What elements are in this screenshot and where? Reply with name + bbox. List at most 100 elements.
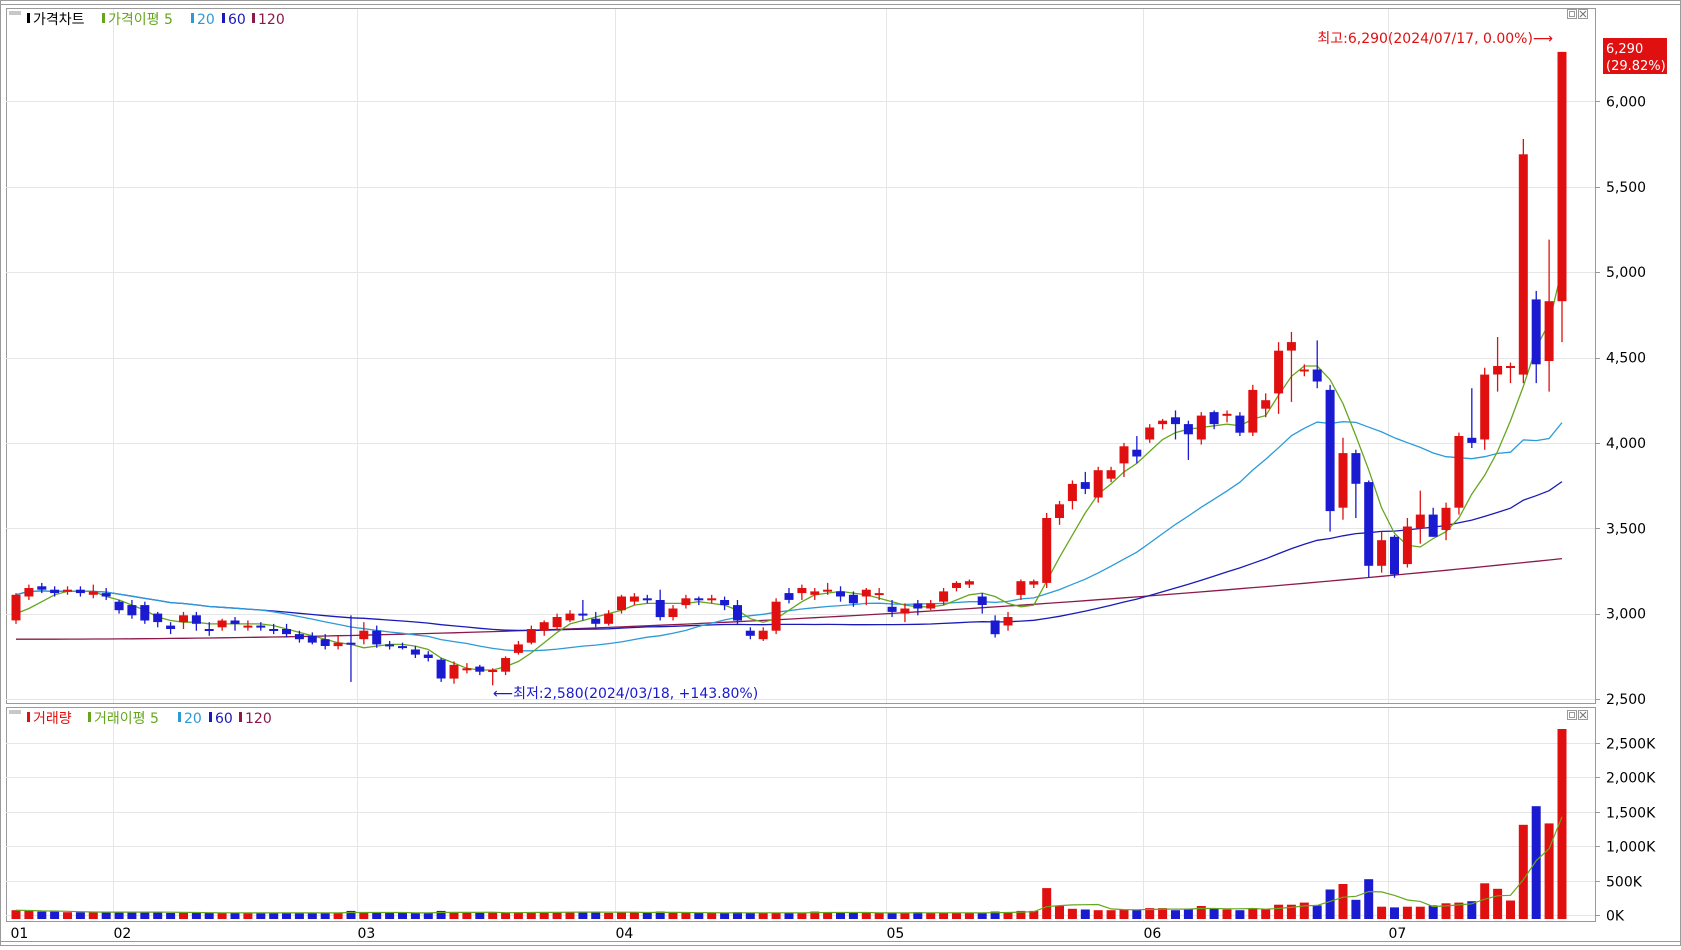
volume-bar bbox=[1531, 806, 1541, 919]
volume-bar bbox=[256, 912, 266, 919]
volume-bar bbox=[1093, 910, 1103, 919]
volume-bar bbox=[694, 912, 704, 919]
volume-bar bbox=[294, 912, 304, 919]
volume-bar bbox=[977, 912, 987, 919]
candle-body bbox=[37, 586, 47, 590]
legend-price-chart[interactable]: 가격차트 bbox=[33, 12, 85, 28]
candle-body bbox=[204, 629, 214, 631]
volume-bar bbox=[1080, 909, 1090, 919]
candle-body bbox=[1428, 514, 1438, 537]
candle-body bbox=[75, 589, 85, 594]
candle-body bbox=[307, 635, 317, 643]
volume-bar bbox=[926, 912, 936, 919]
legend-swatch-vma5 bbox=[88, 712, 91, 722]
volume-panel-restore-button[interactable] bbox=[1567, 710, 1577, 720]
candle-body bbox=[488, 670, 498, 672]
candle-body bbox=[758, 630, 768, 640]
volume-panel-drag-handle[interactable] bbox=[9, 710, 21, 714]
candle-body bbox=[385, 644, 395, 647]
candle-body bbox=[1016, 581, 1026, 595]
volume-bar bbox=[127, 912, 137, 919]
legend-volume-ma20[interactable]: 20 bbox=[184, 711, 202, 727]
candle-body bbox=[320, 639, 330, 646]
volume-bar bbox=[282, 912, 291, 919]
candle-body bbox=[668, 608, 678, 617]
volume-bar bbox=[398, 912, 407, 919]
volume-tick-label: 2,000K bbox=[1606, 771, 1656, 787]
legend-volume-ma120[interactable]: 120 bbox=[245, 711, 272, 727]
candle-body bbox=[539, 622, 549, 631]
x-tick-label: 05 bbox=[887, 926, 905, 942]
legend-price-ma20[interactable]: 20 bbox=[197, 12, 215, 28]
candle-body bbox=[1119, 446, 1129, 464]
candle-body bbox=[101, 593, 111, 597]
candle-body bbox=[410, 649, 420, 655]
volume-bar bbox=[243, 912, 253, 919]
candle-body bbox=[1003, 617, 1013, 626]
candle-body bbox=[346, 642, 356, 645]
candle-body bbox=[50, 589, 60, 594]
legend-volume-ma60[interactable]: 60 bbox=[215, 711, 233, 727]
price-tick-label: 6,000 bbox=[1606, 94, 1646, 110]
candle-body bbox=[848, 594, 858, 604]
candle-body bbox=[436, 659, 446, 679]
legend-price-ma60[interactable]: 60 bbox=[228, 12, 246, 28]
volume-bar bbox=[1390, 907, 1399, 919]
candle-body bbox=[140, 605, 150, 621]
volume-bar bbox=[1132, 909, 1142, 919]
candle-body bbox=[720, 600, 730, 606]
candle-body bbox=[63, 589, 72, 592]
candle-body bbox=[861, 589, 871, 597]
candle-body bbox=[153, 613, 163, 623]
volume-bar bbox=[1119, 909, 1129, 919]
legend-price-ma5[interactable]: 가격이평 5 bbox=[108, 12, 173, 28]
volume-bar bbox=[24, 910, 34, 919]
legend-volume[interactable]: 거래량 bbox=[33, 711, 72, 727]
volume-bar bbox=[88, 912, 98, 919]
panel-restore-button[interactable] bbox=[1567, 9, 1577, 19]
candle-body bbox=[913, 603, 923, 609]
x-axis: 01 02 03 04 05 06 07 bbox=[11, 926, 1407, 942]
legend-price-ma120[interactable]: 120 bbox=[258, 12, 285, 28]
volume-bar bbox=[1377, 906, 1387, 919]
candle-body bbox=[1029, 581, 1039, 585]
candle-body bbox=[1209, 412, 1219, 425]
volume-bar bbox=[1106, 910, 1116, 919]
volume-bar bbox=[552, 912, 562, 919]
candle-body bbox=[1299, 369, 1309, 372]
volume-y-axis: 2,500K 2,000K 1,500K 1,000K 500K 0K bbox=[1595, 737, 1656, 925]
candle-body bbox=[1286, 342, 1296, 351]
candle-body bbox=[501, 658, 511, 672]
volume-bar bbox=[307, 912, 317, 919]
volume-bar bbox=[320, 912, 330, 919]
candle-body bbox=[1132, 449, 1142, 457]
candle-body bbox=[1261, 400, 1271, 409]
volume-bar bbox=[823, 912, 833, 919]
panel-drag-handle[interactable] bbox=[9, 11, 21, 15]
candle-body bbox=[655, 600, 665, 618]
legend-swatch-price bbox=[27, 13, 30, 23]
price-plot-area bbox=[6, 8, 1596, 704]
candle-body bbox=[874, 593, 884, 596]
volume-bar bbox=[900, 912, 910, 919]
candle-body bbox=[617, 596, 626, 611]
volume-bar bbox=[642, 912, 652, 919]
legend-volume-ma5[interactable]: 거래이평 5 bbox=[94, 711, 159, 727]
volume-bar bbox=[939, 912, 949, 919]
candle-body bbox=[745, 630, 755, 636]
price-tick-label: 5,000 bbox=[1606, 265, 1646, 281]
stock-chart-window: 6,000 5,500 5,000 4,500 4,000 3,500 3,000 2,500… bbox=[0, 0, 1681, 946]
volume-bar bbox=[1480, 883, 1490, 919]
candle-body bbox=[1183, 424, 1193, 435]
candle-body bbox=[1557, 51, 1567, 302]
volume-bar bbox=[410, 912, 420, 919]
candle-body bbox=[1493, 366, 1503, 375]
volume-bar bbox=[1042, 888, 1052, 919]
volume-bar bbox=[488, 912, 498, 919]
volume-tick-label: 2,500K bbox=[1606, 737, 1656, 753]
volume-bar bbox=[75, 912, 85, 919]
volume-bar bbox=[385, 912, 395, 919]
candle-body bbox=[926, 603, 936, 609]
volume-bar bbox=[1506, 900, 1515, 919]
candle-body bbox=[1454, 436, 1464, 508]
